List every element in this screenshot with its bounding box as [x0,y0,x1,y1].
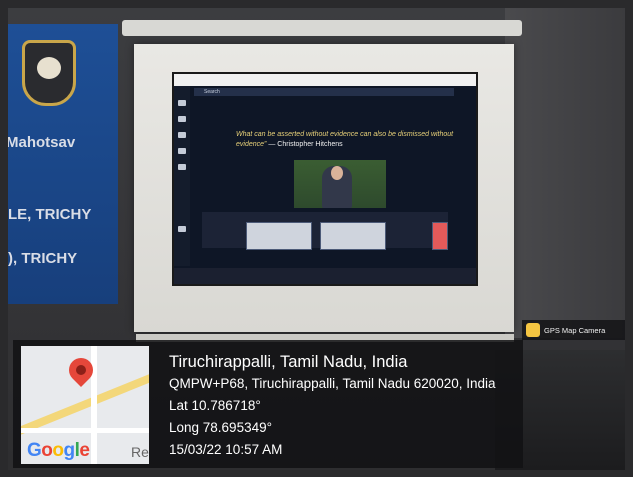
projected-desktop: Search What can be asserted without evid… [172,72,478,286]
assignments-icon [178,148,186,154]
map-label-fragment: Re [131,444,149,460]
gps-camera-icon [526,323,540,337]
participant-strip [202,212,448,250]
participant-tile [246,222,312,250]
latitude: Lat 10.786718° [169,398,261,413]
activity-icon [178,100,186,106]
gps-camera-label: GPS Map Camera [544,325,606,335]
map-road [21,428,149,433]
browser-bar [174,74,476,86]
place-name: Tiruchirappalli, Tamil Nadu, India [169,353,408,371]
projector-screen: Search What can be asserted without evid… [134,44,514,332]
timestamp: 15/03/22 10:57 AM [169,442,283,457]
app-sidebar [174,86,190,266]
slide-quote: What can be asserted without evidence ca… [236,130,466,150]
participant-tile [320,222,386,250]
banner-text-mahotsav: Mahotsav [8,134,76,151]
banner-text-city: ), TRICHY [8,250,78,267]
leave-button [432,222,448,250]
college-logo-icon [22,40,76,106]
speaker-video [294,160,386,208]
wall [505,8,625,338]
longitude: Long 78.695349° [169,420,272,435]
teams-icon [178,132,186,138]
mini-map: Google Re [21,346,149,464]
street-address: QMPW+P68, Tiruchirappalli, Tamil Nadu 62… [169,376,496,391]
event-banner: Mahotsav LE, TRICHY ), TRICHY [8,24,118,304]
projector-screen-case [122,20,522,36]
chat-icon [178,116,186,122]
quote-author: — Christopher Hitchens [268,141,343,148]
gps-camera-badge: GPS Map Camera [522,320,625,340]
calendar-icon [178,164,186,170]
banner-text-college: LE, TRICHY [8,206,92,223]
windows-taskbar [174,268,476,284]
location-info: Tiruchirappalli, Tamil Nadu, India QMPW+… [169,351,496,461]
google-logo: Google [27,440,90,461]
apps-icon [178,226,186,232]
search-bar: Search [194,88,454,96]
speaker-face [331,166,343,180]
